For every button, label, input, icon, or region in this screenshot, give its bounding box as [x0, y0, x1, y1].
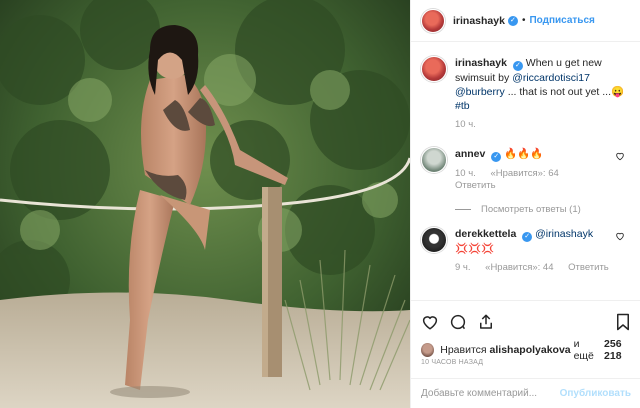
caption-mention-1[interactable]: @riccardotisci17 — [512, 72, 590, 84]
follow-button[interactable]: Подписаться — [529, 15, 594, 26]
author-avatar[interactable] — [421, 8, 445, 33]
verified-badge-icon: ✓ — [491, 152, 502, 162]
comment-likes[interactable]: «Нравится»: 64 — [490, 168, 558, 179]
comment-text: 🔥🔥🔥 — [504, 148, 544, 160]
replies-line — [455, 209, 471, 210]
comment-username[interactable]: annev — [455, 148, 485, 160]
separator-dot: • — [521, 15, 526, 26]
photo-image — [0, 0, 410, 408]
comment-like-heart-icon[interactable] — [615, 151, 625, 161]
comment-time[interactable]: 10 ч. — [455, 168, 476, 179]
bookmark-icon[interactable] — [615, 313, 631, 331]
verified-badge-icon: ✓ — [507, 15, 518, 26]
liker-username[interactable]: alishapolyakova — [490, 344, 571, 356]
post-header: irinashayk ✓ • Подписаться — [411, 0, 640, 42]
comment-item: annev ✓ 🔥🔥🔥 10 ч. «Нравится»: 64 Ответит… — [421, 147, 631, 192]
comment-mention[interactable]: @irinashayk — [535, 228, 593, 240]
author-username[interactable]: irinashayk — [453, 15, 505, 27]
comments-list[interactable]: irinashayk ✓ When u get new swimsuit by … — [411, 42, 640, 300]
caption: irinashayk ✓ When u get new swimsuit by … — [421, 56, 631, 131]
comment-item: derekkettela ✓ @irinashayk 💢💢💢 9 ч. «Нра… — [421, 227, 631, 274]
likes-count[interactable]: 256 218 — [604, 338, 640, 362]
caption-text-2: ... that is not out yet ...😛 — [507, 86, 625, 98]
caption-username[interactable]: irinashayk — [455, 57, 507, 69]
reply-button[interactable]: Ответить — [455, 180, 496, 191]
comment-input[interactable]: Добавьте комментарий... — [421, 388, 560, 399]
add-comment-bar: Добавьте комментарий... Опубликовать — [411, 378, 640, 408]
comment-likes[interactable]: «Нравится»: 44 — [485, 262, 553, 273]
comment-username[interactable]: derekkettela — [455, 228, 516, 240]
heart-icon[interactable] — [421, 313, 439, 331]
commenter-avatar[interactable] — [421, 227, 447, 253]
verified-badge-icon: ✓ — [512, 61, 523, 71]
action-bar — [411, 300, 640, 340]
caption-hashtag[interactable]: #tb — [455, 100, 470, 112]
comment-like-heart-icon[interactable] — [615, 231, 625, 241]
publish-button[interactable]: Опубликовать — [560, 388, 631, 399]
caption-time[interactable]: 10 ч. — [455, 119, 476, 130]
post-timestamp[interactable]: 10 ЧАСОВ НАЗАД — [421, 359, 483, 366]
liker-avatar — [421, 343, 435, 357]
view-replies-label: Посмотреть ответы (1) — [481, 204, 581, 215]
caption-mention-2[interactable]: @burberry — [455, 86, 505, 98]
share-icon[interactable] — [477, 313, 495, 331]
likes-suffix: и ещё — [573, 338, 594, 362]
view-replies-button[interactable]: Посмотреть ответы (1) — [455, 204, 631, 215]
commenter-avatar[interactable] — [421, 147, 447, 173]
post-photo[interactable] — [0, 0, 410, 408]
caption-avatar[interactable] — [421, 56, 447, 82]
comment-text: 💢💢💢 — [455, 243, 495, 255]
likes-prefix: Нравится — [440, 344, 487, 356]
comment-time[interactable]: 9 ч. — [455, 262, 471, 273]
post-sidebar: irinashayk ✓ • Подписаться irinashayk ✓ … — [410, 0, 640, 408]
reply-button[interactable]: Ответить — [568, 262, 609, 273]
comment-icon[interactable] — [449, 313, 467, 331]
verified-badge-icon: ✓ — [522, 232, 533, 242]
